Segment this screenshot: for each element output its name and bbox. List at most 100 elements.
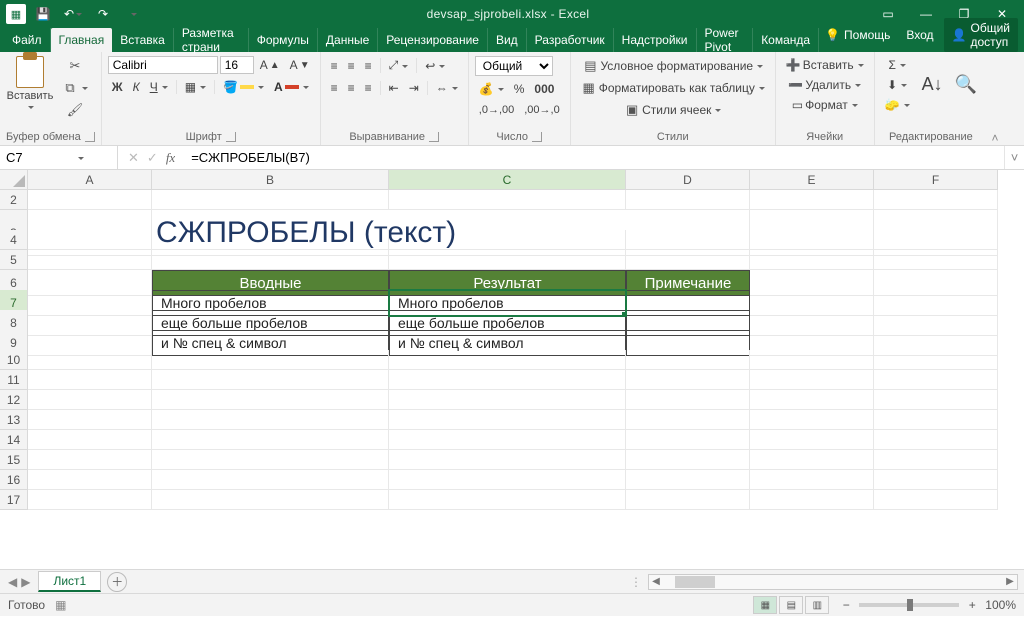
cell[interactable] <box>152 350 389 370</box>
fill[interactable]: ⬇ <box>881 76 914 94</box>
inc-decimal[interactable]: ,0→,00 <box>475 102 518 118</box>
col-header-C[interactable]: C <box>389 170 626 190</box>
cell[interactable] <box>874 410 998 430</box>
tab-view[interactable]: Вид <box>488 28 527 52</box>
font-color[interactable]: A <box>270 78 313 96</box>
cut-button[interactable]: ✂ <box>58 56 92 76</box>
qat-undo[interactable]: ↶ <box>60 3 86 25</box>
cancel-formula[interactable]: ✕ <box>128 150 139 166</box>
cell[interactable] <box>750 350 874 370</box>
cell[interactable] <box>389 250 626 270</box>
cell[interactable] <box>626 470 750 490</box>
align-middle[interactable]: ≡ <box>344 57 359 75</box>
sheet-prev[interactable]: ◀ <box>8 575 17 589</box>
cell[interactable] <box>626 230 750 250</box>
row-header-16[interactable]: 16 <box>0 470 28 490</box>
cell[interactable] <box>750 390 874 410</box>
cell[interactable] <box>152 250 389 270</box>
cell[interactable] <box>152 370 389 390</box>
cell[interactable] <box>626 490 750 510</box>
font-name[interactable] <box>108 56 218 74</box>
cell[interactable] <box>389 470 626 490</box>
cell[interactable] <box>389 430 626 450</box>
cell[interactable] <box>750 370 874 390</box>
tab-developer[interactable]: Разработчик <box>527 28 614 52</box>
tab-formulas[interactable]: Формулы <box>249 28 318 52</box>
name-box[interactable] <box>0 146 118 169</box>
tab-file[interactable]: Файл <box>4 28 51 52</box>
cell[interactable] <box>750 250 874 270</box>
cell[interactable] <box>750 230 874 250</box>
fx-icon[interactable]: fx <box>166 150 175 166</box>
sheet-next[interactable]: ▶ <box>21 575 30 589</box>
cells-format[interactable]: ▭ Формат <box>782 96 868 114</box>
align-top[interactable]: ≡ <box>327 57 342 75</box>
font-dialog[interactable] <box>226 132 236 142</box>
row-header-12[interactable]: 12 <box>0 390 28 410</box>
shrink-font[interactable]: A▼ <box>286 56 314 74</box>
tab-split[interactable]: ⋮ <box>630 575 642 589</box>
cell[interactable] <box>874 350 998 370</box>
qat-custom[interactable] <box>120 3 146 25</box>
underline-button[interactable]: Ч <box>146 78 172 96</box>
indent-dec[interactable]: ⇤ <box>385 79 403 97</box>
cell[interactable] <box>874 430 998 450</box>
align-right[interactable]: ≡ <box>361 79 376 97</box>
cell[interactable] <box>750 470 874 490</box>
cell[interactable] <box>152 430 389 450</box>
indent-inc[interactable]: ⇥ <box>405 79 423 97</box>
dec-decimal[interactable]: ,00→,0 <box>520 102 563 118</box>
align-center[interactable]: ≡ <box>344 79 359 97</box>
font-size[interactable] <box>220 56 254 74</box>
worksheet[interactable]: A B C D E F 2 3 СЖПРОБЕЛЫ (текст) 4 5 6 … <box>0 170 1024 570</box>
accounting[interactable]: 💰 <box>475 80 508 98</box>
col-header-F[interactable]: F <box>874 170 998 190</box>
row-header-17[interactable]: 17 <box>0 490 28 510</box>
cell[interactable] <box>874 230 998 250</box>
align-left[interactable]: ≡ <box>327 79 342 97</box>
tab-review[interactable]: Рецензирование <box>378 28 488 52</box>
col-header-A[interactable]: A <box>28 170 152 190</box>
cells-delete[interactable]: ➖ Удалить <box>782 76 868 94</box>
grow-font[interactable]: A▲ <box>256 56 284 74</box>
row-header-10[interactable]: 10 <box>0 350 28 370</box>
sort-filter[interactable]: A↓ <box>918 56 947 112</box>
cell[interactable] <box>28 410 152 430</box>
cell[interactable] <box>389 390 626 410</box>
share-button[interactable]: 👤 Общий доступ <box>944 18 1018 52</box>
cell-reference[interactable] <box>6 150 76 165</box>
col-header-B[interactable]: B <box>152 170 389 190</box>
conditional-format[interactable]: ▤Условное форматирование <box>577 56 769 76</box>
cell[interactable] <box>874 250 998 270</box>
cell[interactable] <box>874 370 998 390</box>
align-bottom[interactable]: ≡ <box>361 57 376 75</box>
cell[interactable] <box>152 230 389 250</box>
cell[interactable] <box>874 490 998 510</box>
cell[interactable] <box>28 470 152 490</box>
cell[interactable] <box>152 450 389 470</box>
wrap-text[interactable]: ↩ <box>421 57 449 75</box>
cell[interactable] <box>28 370 152 390</box>
row-header-15[interactable]: 15 <box>0 450 28 470</box>
merge-center[interactable]: ⇔ <box>432 79 462 97</box>
row-header-2[interactable]: 2 <box>0 190 28 210</box>
cell[interactable] <box>626 390 750 410</box>
cell-C7[interactable]: Много пробелов <box>389 290 626 316</box>
row-header-14[interactable]: 14 <box>0 430 28 450</box>
cell[interactable] <box>750 450 874 470</box>
tab-home[interactable]: Главная <box>51 28 113 52</box>
cell[interactable] <box>28 230 152 250</box>
tell-me[interactable]: 💡 Помощь <box>819 28 896 42</box>
select-all-corner[interactable] <box>0 170 28 190</box>
cell[interactable] <box>28 430 152 450</box>
tab-powerpivot[interactable]: Power Pivot <box>697 28 754 52</box>
orient[interactable]: ⤢ <box>385 56 413 75</box>
tab-layout[interactable]: Разметка страни <box>174 28 249 52</box>
cell[interactable] <box>389 230 626 250</box>
cell[interactable] <box>389 450 626 470</box>
find-select[interactable]: 🔍 <box>951 56 981 112</box>
tab-addins[interactable]: Надстройки <box>614 28 697 52</box>
tab-team[interactable]: Команда <box>753 28 819 52</box>
comma[interactable]: 000 <box>530 80 558 98</box>
clipboard-dialog[interactable] <box>85 132 95 142</box>
